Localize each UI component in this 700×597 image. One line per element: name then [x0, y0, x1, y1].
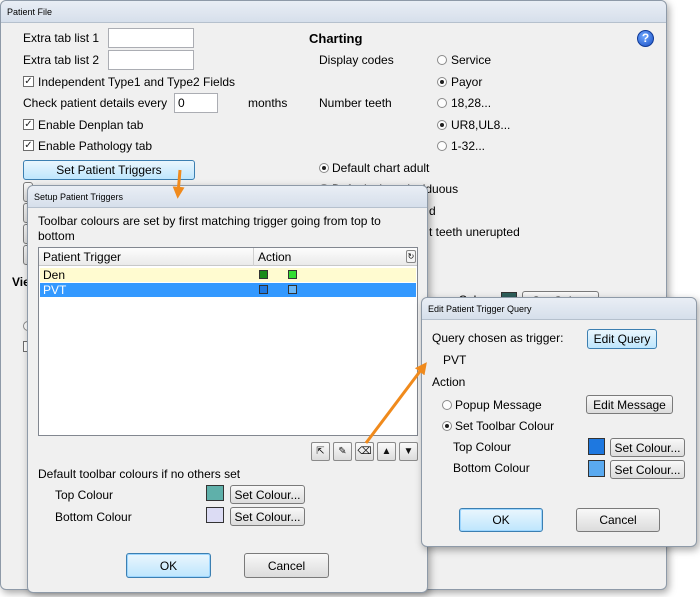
- callout-arrows: [172, 169, 427, 444]
- arrow-to-triggers-dialog: [172, 169, 185, 199]
- arrow-to-query-dialog: [364, 362, 427, 444]
